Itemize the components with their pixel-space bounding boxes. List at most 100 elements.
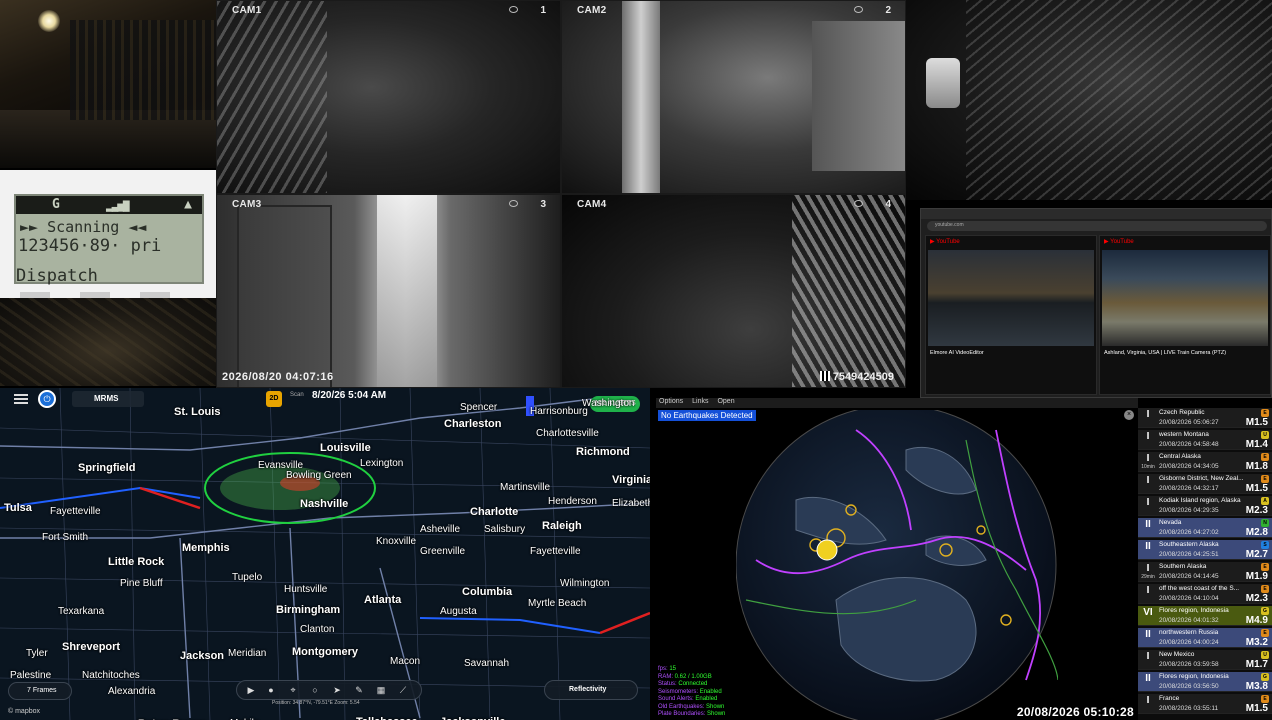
radar-bottom-bar: 7 Frames ▶ ● ⌖ ○ ➤ ✎ ▦ ⟋ Position: 34.87… (0, 678, 650, 720)
earthquake-list-item[interactable]: I Kodiak Island region, Alaska 20/08/2026 … (1138, 496, 1272, 516)
source-badge: N (1261, 519, 1269, 527)
earthquake-list-item[interactable]: Iwestern Montana 20/08/2026 04:58:48 M1.4 U (1138, 430, 1272, 450)
frames-select[interactable]: 7 Frames (8, 682, 72, 700)
browser-tab-bar[interactable] (921, 209, 1271, 219)
crosshair-icon[interactable]: ⌖ (287, 684, 299, 696)
circle-icon[interactable]: ○ (309, 684, 321, 696)
youtube-panel-1[interactable]: ▶ YouTube Elmore AI VideoEditor (925, 235, 1097, 395)
video-title[interactable]: Ashland, Virginia, USA | LIVE Train Came… (1104, 350, 1226, 356)
quake-datetime: 20/08/2026 05:06:27 (1159, 419, 1219, 426)
earthquake-list-item[interactable]: VI Flores region, Indonesia 20/08/2026 04:… (1138, 606, 1272, 626)
earthquake-list-item[interactable]: Ioff the west coast of the S... 20/08/202… (1138, 584, 1272, 604)
video-player[interactable] (928, 250, 1094, 346)
power-icon[interactable]: ⏻ (38, 390, 56, 408)
earthquake-list-item[interactable]: I 10min Central Alaska 20/08/2026 04:34:05 M… (1138, 452, 1272, 472)
camera-tile-4[interactable]: CAM4 4 (561, 194, 906, 388)
camera-tile-1[interactable]: CAM1 1 (216, 0, 561, 194)
play-icon[interactable]: ▶ (245, 684, 257, 696)
city-label: Atlanta (364, 594, 402, 606)
send-icon[interactable]: ➤ (331, 684, 343, 696)
ruler-icon[interactable]: ⟋ (397, 684, 409, 696)
city-label: Wilmington (560, 578, 610, 589)
intensity-badge: II (1145, 673, 1151, 684)
quake-location: Flores region, Indonesia (1159, 673, 1229, 680)
city-label: Columbia (462, 586, 513, 598)
earthquake-list-item[interactable]: II Nevada 20/08/2026 04:27:02 M2.8 N (1138, 518, 1272, 538)
menu-options[interactable]: Options (659, 398, 683, 405)
youtube-panel-2[interactable]: ▶ YouTube Ashland, Virginia, USA | LIVE … (1099, 235, 1271, 395)
address-bar[interactable]: youtube.com (927, 221, 1267, 231)
map-icon[interactable]: ▦ (375, 684, 387, 696)
city-label: Montgomery (292, 646, 358, 658)
earthquake-list-item[interactable]: I 29min Southern Alaska 20/08/2026 04:14:45… (1138, 562, 1272, 582)
earthquake-list-item[interactable]: I New Mexico 20/08/2026 03:59:58 M1.7 U (1138, 650, 1272, 670)
scanner-state-text: ►► Scanning ◄◄ (20, 218, 147, 236)
video-title[interactable]: Elmore AI VideoEditor (930, 350, 984, 356)
record-icon (509, 6, 518, 13)
city-label: Little Rock (108, 556, 165, 568)
source-badge: A (1261, 497, 1269, 505)
camera-tile-2[interactable]: CAM2 2 (561, 0, 906, 194)
radio-scanner-panel: G ▂▃▅▇ ▲ ►► Scanning ◄◄ 123456·89· pri D… (0, 170, 216, 298)
earthquake-list[interactable]: I Czech Republic 20/08/2026 05:06:27 M1.5 E I… (1138, 408, 1272, 720)
earth-globe[interactable] (736, 410, 1058, 720)
camera-tile-3[interactable]: CAM3 3 (216, 194, 561, 388)
earthquake-list-item[interactable]: I Gisborne District, New Zeal... 20/08/202… (1138, 474, 1272, 494)
city-label: Harrisonburg (530, 406, 588, 417)
quake-datetime: 20/08/2026 04:27:02 (1159, 529, 1219, 536)
quake-location: Nevada (1159, 519, 1182, 526)
status-value: 15 (669, 666, 677, 672)
city-label: Jackson (180, 650, 225, 662)
pin-icon[interactable]: ● (265, 684, 277, 696)
menu-icon[interactable] (14, 394, 28, 404)
intensity-badge: I (1146, 695, 1150, 706)
source-badge: E (1261, 563, 1269, 571)
source-badge: G (1261, 607, 1269, 615)
source-badge: E (1261, 695, 1269, 703)
intensity-badge: II (1145, 519, 1151, 530)
quake-magnitude: M4.9 (1245, 615, 1268, 626)
source-badge: E (1261, 453, 1269, 461)
radar-site-select[interactable]: MRMS (72, 391, 144, 407)
hallway-light (38, 10, 60, 32)
source-badge: G (1261, 673, 1269, 681)
earthquake-list-item[interactable]: I Czech Republic 20/08/2026 05:06:27 M1.5 E (1138, 408, 1272, 428)
status-line: Status: Connected (658, 681, 725, 689)
earthquake-list-item[interactable]: II Southeastern Alaska 20/08/2026 04:25:51… (1138, 540, 1272, 560)
intensity-badge: VI (1143, 607, 1153, 618)
city-label: Knoxville (376, 536, 417, 547)
video-player[interactable] (1102, 250, 1268, 346)
status-line: RAM: 0.62 / 1.00GB (658, 674, 725, 682)
foliage (217, 1, 327, 193)
youtube-logo: ▶ YouTube (930, 239, 960, 245)
hallway-railing (70, 20, 216, 120)
city-label: Fayetteville (530, 546, 581, 557)
product-select[interactable]: Reflectivity (544, 680, 638, 700)
city-label: Asheville (420, 524, 461, 535)
browser-window[interactable]: youtube.com ▶ YouTube Elmore AI VideoEdi… (920, 208, 1272, 398)
menu-links[interactable]: Links (692, 398, 708, 405)
status-line: Plate Boundaries: Shown (658, 711, 725, 719)
city-label: Macon (390, 656, 421, 667)
pencil-icon[interactable]: ✎ (353, 684, 365, 696)
weather-radar-map[interactable]: ⏻ MRMS 2D Scan 8/20/26 5:04 AM 182 ALERT… (0, 388, 650, 720)
record-icon (854, 200, 863, 207)
status-value: Enabled (699, 688, 722, 695)
city-label: Martinsville (500, 482, 551, 493)
nvr-serial: 7549424509 (819, 371, 894, 383)
earthquake-list-item[interactable]: II Flores region, Indonesia 20/08/2026 03:… (1138, 672, 1272, 692)
quake-timestamp: 20/08/2026 05:10:28 (1016, 705, 1134, 719)
intensity-badge: I (1146, 651, 1150, 662)
view-mode-badge[interactable]: 2D (266, 391, 282, 407)
quake-datetime: 20/08/2026 04:29:35 (1159, 507, 1219, 514)
camera-number: 4 (885, 199, 891, 210)
earthquake-list-item[interactable]: I France 20/08/2026 03:55:11 M1.5 E (1138, 694, 1272, 714)
earthquake-list-item[interactable]: II northwestern Russia 20/08/2026 04:00:24… (1138, 628, 1272, 648)
city-label: Bowling Green (286, 470, 352, 481)
quake-datetime: 20/08/2026 04:01:32 (1159, 617, 1219, 624)
status-value: 0.62 / 1.00GB (674, 673, 712, 680)
city-label: Shreveport (62, 641, 121, 653)
menu-open[interactable]: Open (717, 398, 734, 405)
status-line: Old Earthquakes: Shown (658, 704, 725, 712)
close-icon[interactable]: × (1124, 410, 1134, 420)
